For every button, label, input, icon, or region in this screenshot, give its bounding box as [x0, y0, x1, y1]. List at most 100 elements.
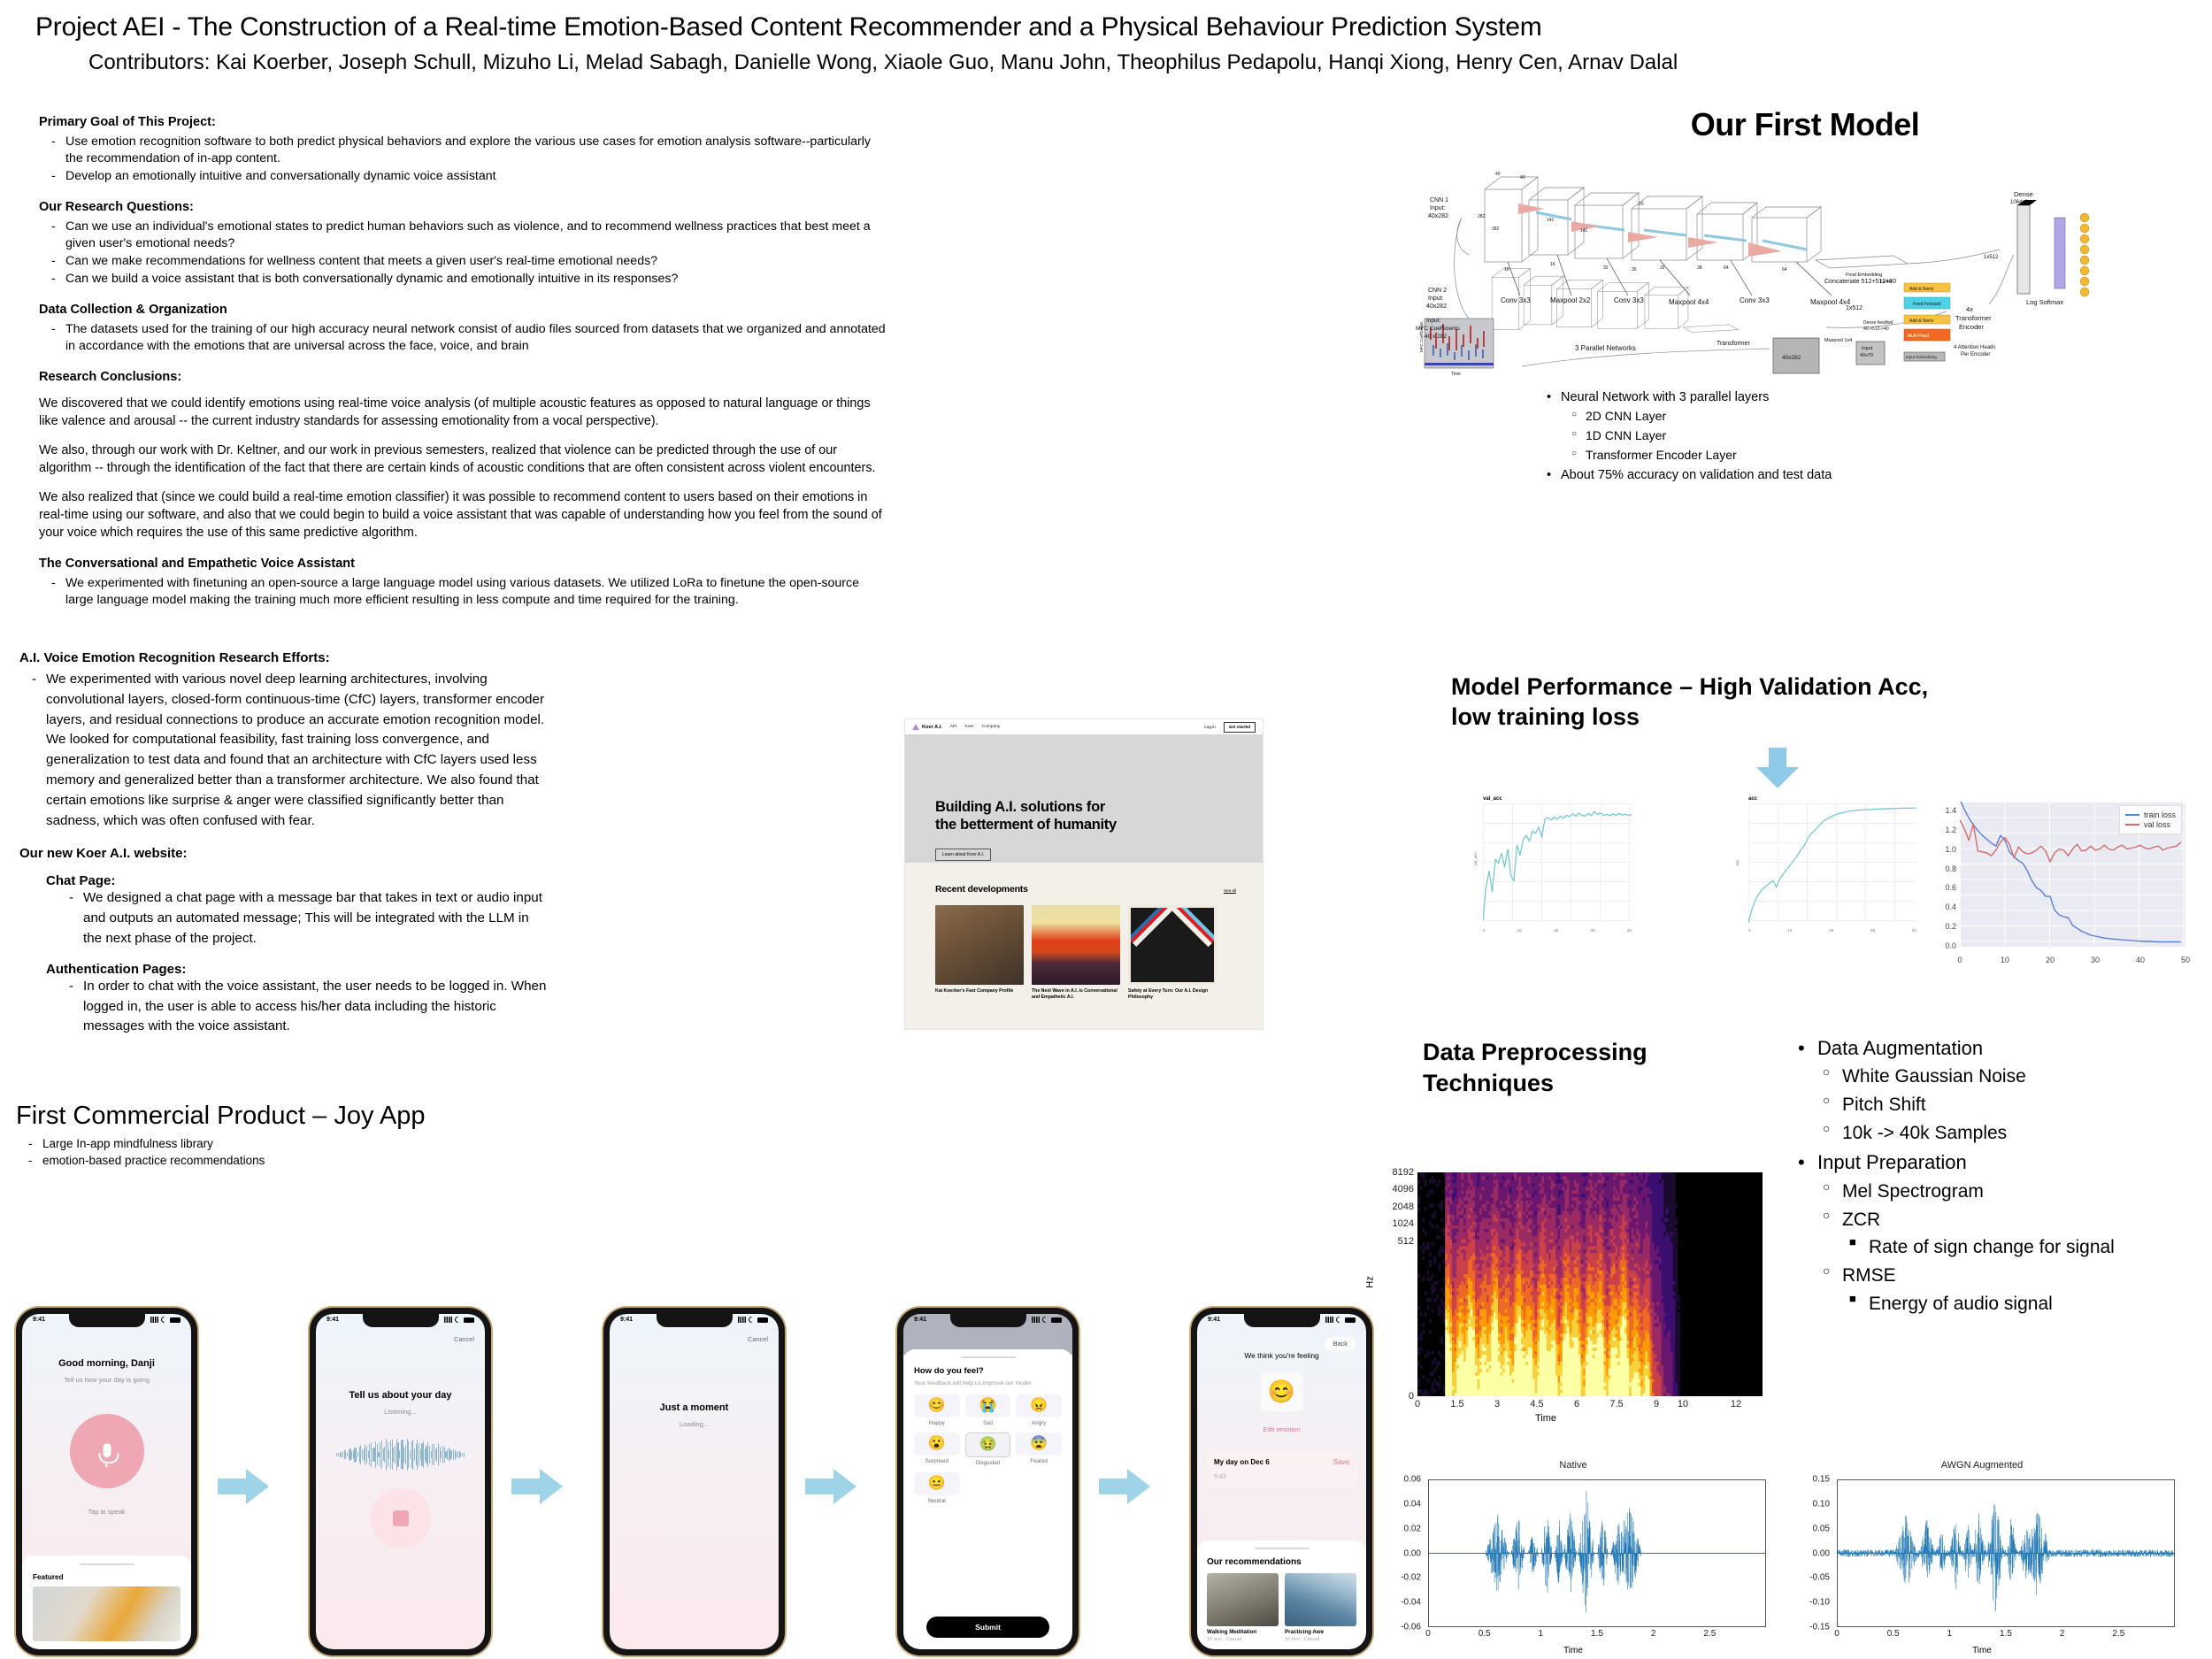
learn-about-button[interactable]: Learn about Koer A.I. [935, 849, 991, 861]
sheet-grabber[interactable] [1255, 1548, 1310, 1549]
sheet-grabber[interactable] [80, 1563, 134, 1565]
arrow-head [1127, 1469, 1150, 1504]
tick-label: 10 [1678, 1399, 1688, 1409]
arrow-shaft [805, 1479, 835, 1494]
tick-label: 4.5 [1530, 1399, 1543, 1409]
status-time: 9:41 [326, 1317, 339, 1323]
list-item: 1D CNN Layer [1570, 426, 2194, 446]
chart-xticks: 0 10 20 30 40 [1748, 928, 1916, 933]
get-started-button[interactable]: Get started [1224, 722, 1256, 733]
tick-label: 2 [1651, 1629, 1656, 1639]
stop-icon [393, 1510, 409, 1526]
conclusion-paragraph: We also realized that (since we could bu… [39, 489, 888, 542]
legend-label: train loss [2144, 810, 2176, 819]
tick-label: 0.0 [1924, 941, 1956, 950]
tick-label: 12 [1731, 1399, 1741, 1409]
emotion-option-sad[interactable]: 😭 Sad [965, 1394, 1011, 1426]
diagram-label: 35 [1632, 267, 1637, 273]
diagram-label: 141 [1547, 218, 1555, 223]
list-item[interactable]: Practicing Awe 10 min · Casual [1285, 1573, 1356, 1642]
tick-label: 50 [2181, 956, 2190, 964]
back-button[interactable]: Back [1325, 1337, 1356, 1350]
koer-website-heading: Our new Koer A.I. website: [19, 846, 550, 861]
spectrogram-image [1417, 1172, 1763, 1396]
emotion-option-disgusted[interactable]: 🤢 Disgusted [965, 1432, 1011, 1466]
submit-button[interactable]: Submit [926, 1617, 1049, 1638]
status-bar: 9:41 [610, 1317, 779, 1323]
featured-sheet: Featured [22, 1555, 191, 1649]
loading-title: Just a moment [610, 1402, 779, 1413]
emotion-option-angry[interactable]: 😠 Angry [1016, 1394, 1062, 1426]
diagram-label: 141 [1580, 228, 1588, 234]
emotion-label: Surprised [914, 1458, 960, 1464]
predicted-emoji-icon: 😊 [1261, 1372, 1303, 1411]
diagram-label: 1064x8 [2010, 200, 2028, 205]
diagram-label: CNN 1 [1430, 197, 1448, 204]
emotion-option-surprised[interactable]: 😮 Surprised [914, 1432, 960, 1466]
diagram-label: Feed Forward [1913, 302, 1940, 307]
tick-label: 40 [1912, 928, 1916, 933]
save-button[interactable]: Save [1333, 1458, 1349, 1466]
tick-label: -0.04 [1401, 1598, 1421, 1608]
cancel-button[interactable]: Cancel [454, 1335, 474, 1343]
signal-icon [444, 1317, 452, 1323]
phone-mockup-home: 9:41 Good morning, Danji Tell us how you… [16, 1308, 197, 1655]
feared-emoji-icon: 😨 [1016, 1432, 1062, 1455]
diagram-label: Input: [1428, 296, 1444, 302]
tick-label: 2 [2060, 1629, 2065, 1639]
list-item[interactable]: Kai Koerber's Fast Company Profile [935, 905, 1024, 1001]
list-item[interactable]: Walking Meditation 10 min · Casual [1207, 1573, 1279, 1642]
diagram-label: 20 [1639, 202, 1644, 207]
emotion-option-happy[interactable]: 😊 Happy [914, 1394, 960, 1426]
joy-app-list: Large In-app mindfulness library emotion… [23, 1136, 688, 1169]
angry-emoji-icon: 😠 [1016, 1394, 1062, 1417]
edit-emotion-button[interactable]: Edit emotion [1197, 1425, 1366, 1433]
website-hero: Building A.I. solutions for the betterme… [905, 734, 1263, 863]
list-item: Can we make recommendations for wellness… [46, 253, 888, 270]
day-entry-card[interactable]: My day on Dec 6 Save 5:43 [1206, 1451, 1357, 1487]
nav-item-api[interactable]: API [950, 725, 957, 729]
arrow-head [833, 1469, 856, 1504]
diagram-label: Encoder [1959, 323, 1984, 331]
arrow-shaft [511, 1479, 541, 1494]
tick-label: 0 [1748, 928, 1751, 933]
tick-label: 40 [2136, 956, 2145, 964]
arrow-right-icon [218, 1469, 269, 1504]
see-all-link[interactable]: See all [1224, 888, 1236, 893]
featured-image[interactable] [33, 1586, 180, 1641]
nav-item-company[interactable]: Company [982, 725, 1001, 729]
record-button[interactable] [70, 1414, 144, 1488]
list-item: Energy of audio signal [1847, 1290, 2212, 1318]
poster-title: Project AEI - The Construction of a Real… [35, 12, 2185, 42]
list-item[interactable]: The Next Wave in A.I. is Conversational … [1032, 905, 1120, 1001]
chart-title: acc [1748, 796, 1916, 802]
article-card-list: Kai Koerber's Fast Company Profile The N… [935, 905, 1263, 1001]
left-text-column: Primary Goal of This Project: Use emotio… [39, 115, 888, 610]
list-item: Pitch Shift [1821, 1091, 2212, 1119]
poster-contributors: Contributors: Kai Koerber, Joseph Schull… [88, 50, 2185, 75]
login-link[interactable]: Log in [1204, 725, 1216, 729]
diagram-label: Transformer [1955, 314, 1992, 322]
emotion-option-neutral[interactable]: 😐 Neutral [914, 1472, 960, 1504]
chart-title: val_acc [1483, 796, 1632, 802]
cancel-button[interactable]: Cancel [748, 1335, 768, 1343]
diagram-label: 282 [1478, 214, 1486, 219]
waveform-bar [414, 1448, 415, 1461]
emotion-option-feared[interactable]: 😨 Feared [1016, 1432, 1062, 1466]
waveform-bar [395, 1446, 396, 1463]
how-do-you-feel-title: How do you feel? [914, 1366, 1062, 1376]
tick-label: 20 [1554, 928, 1558, 933]
koer-website-screenshot: Koer A.I. API Koer Company Log in Get st… [904, 718, 1263, 1030]
emotion-label: Feared [1016, 1458, 1062, 1464]
diagram-label: CNN 2 [1428, 288, 1447, 294]
list-item: We experimented with finetuning an open-… [46, 575, 888, 609]
nav-item-koer[interactable]: Koer [965, 725, 974, 729]
list-item[interactable]: Safety at Every Turn: Our A.I. Design Ph… [1128, 905, 1217, 1001]
sheet-grabber[interactable] [961, 1356, 1016, 1358]
list-item: Transformer Encoder Layer [1570, 446, 2194, 465]
list-item: Can we build a voice assistant that is b… [46, 271, 888, 288]
status-bar: 9:41 [903, 1317, 1072, 1323]
tick-label: 4096 [1393, 1184, 1414, 1194]
stop-recording-button[interactable] [371, 1488, 431, 1548]
voice-assistant-heading: The Conversational and Empathetic Voice … [39, 557, 888, 571]
